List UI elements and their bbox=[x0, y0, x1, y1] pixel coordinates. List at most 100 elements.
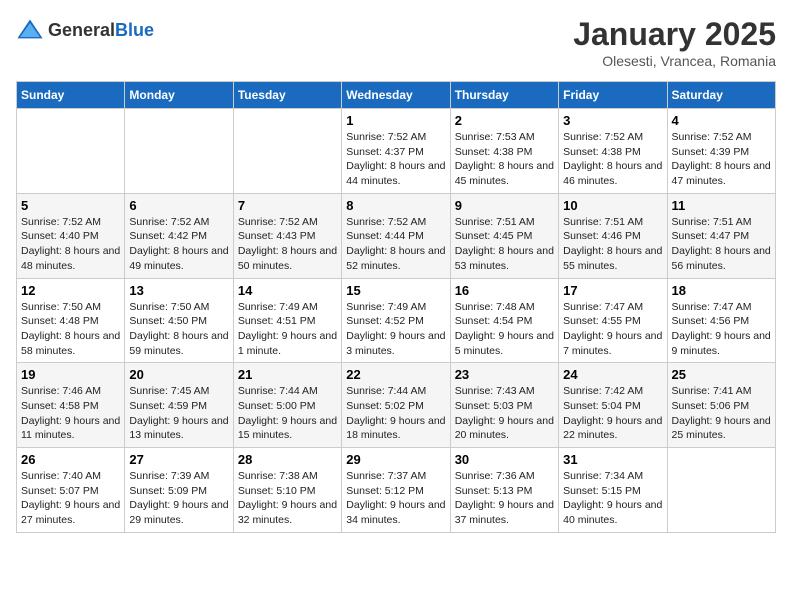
day-number: 30 bbox=[455, 452, 554, 467]
calendar-cell: 6 Sunrise: 7:52 AMSunset: 4:42 PMDaylight… bbox=[125, 193, 233, 278]
calendar-cell: 8Sunrise: 7:52 AMSunset: 4:44 PMDaylight… bbox=[342, 193, 450, 278]
calendar-cell: 2 Sunrise: 7:53 AMSunset: 4:38 PMDaylight… bbox=[450, 109, 558, 194]
calendar-cell: 29Sunrise: 7:37 AMSunset: 5:12 PMDayligh… bbox=[342, 448, 450, 533]
calendar-cell: 21 Sunrise: 7:44 AMSunset: 5:00 PMDayligh… bbox=[233, 363, 341, 448]
day-info: Sunrise: 7:38 AMSunset: 5:10 PMDaylight:… bbox=[238, 469, 337, 528]
calendar-header-row: SundayMondayTuesdayWednesdayThursdayFrid… bbox=[17, 82, 776, 109]
day-number: 22 bbox=[346, 367, 445, 382]
day-number: 13 bbox=[129, 283, 228, 298]
logo: GeneralBlue bbox=[16, 16, 154, 44]
page-header: GeneralBlue January 2025 Olesesti, Vranc… bbox=[16, 16, 776, 69]
weekday-header-wednesday: Wednesday bbox=[342, 82, 450, 109]
calendar-week-row: 26Sunrise: 7:40 AMSunset: 5:07 PMDayligh… bbox=[17, 448, 776, 533]
day-number: 24 bbox=[563, 367, 662, 382]
day-info: Sunrise: 7:52 AMSunset: 4:38 PMDaylight:… bbox=[563, 130, 662, 189]
day-number: 18 bbox=[672, 283, 771, 298]
logo-general: General bbox=[48, 20, 115, 40]
day-info: Sunrise: 7:44 AMSunset: 5:00 PMDaylight:… bbox=[238, 384, 337, 443]
calendar-cell: 11 Sunrise: 7:51 AMSunset: 4:47 PMDayligh… bbox=[667, 193, 775, 278]
calendar-cell: 1Sunrise: 7:52 AMSunset: 4:37 PMDaylight… bbox=[342, 109, 450, 194]
day-info: Sunrise: 7:42 AMSunset: 5:04 PMDaylight:… bbox=[563, 384, 662, 443]
calendar-week-row: 1Sunrise: 7:52 AMSunset: 4:37 PMDaylight… bbox=[17, 109, 776, 194]
weekday-header-sunday: Sunday bbox=[17, 82, 125, 109]
calendar-cell: 13 Sunrise: 7:50 AMSunset: 4:50 PMDayligh… bbox=[125, 278, 233, 363]
calendar-cell bbox=[125, 109, 233, 194]
day-info: Sunrise: 7:46 AMSunset: 4:58 PMDaylight:… bbox=[21, 384, 120, 443]
calendar-cell: 3 Sunrise: 7:52 AMSunset: 4:38 PMDaylight… bbox=[559, 109, 667, 194]
day-info: Sunrise: 7:37 AMSunset: 5:12 PMDaylight:… bbox=[346, 469, 445, 528]
day-number: 12 bbox=[21, 283, 120, 298]
calendar-cell: 12 Sunrise: 7:50 AMSunset: 4:48 PMDayligh… bbox=[17, 278, 125, 363]
day-number: 14 bbox=[238, 283, 337, 298]
day-info: Sunrise: 7:47 AMSunset: 4:55 PMDaylight:… bbox=[563, 300, 662, 359]
day-info: Sunrise: 7:49 AMSunset: 4:52 PMDaylight:… bbox=[346, 300, 445, 359]
calendar-cell: 10Sunrise: 7:51 AMSunset: 4:46 PMDayligh… bbox=[559, 193, 667, 278]
day-number: 3 bbox=[563, 113, 662, 128]
calendar-cell bbox=[233, 109, 341, 194]
day-number: 28 bbox=[238, 452, 337, 467]
weekday-header-saturday: Saturday bbox=[667, 82, 775, 109]
day-info: Sunrise: 7:34 AMSunset: 5:15 PMDaylight:… bbox=[563, 469, 662, 528]
day-number: 15 bbox=[346, 283, 445, 298]
weekday-header-tuesday: Tuesday bbox=[233, 82, 341, 109]
day-info: Sunrise: 7:50 AMSunset: 4:50 PMDaylight:… bbox=[129, 300, 228, 359]
day-info: Sunrise: 7:36 AMSunset: 5:13 PMDaylight:… bbox=[455, 469, 554, 528]
calendar-cell: 19 Sunrise: 7:46 AMSunset: 4:58 PMDayligh… bbox=[17, 363, 125, 448]
day-number: 19 bbox=[21, 367, 120, 382]
day-number: 9 bbox=[455, 198, 554, 213]
day-info: Sunrise: 7:49 AMSunset: 4:51 PMDaylight:… bbox=[238, 300, 337, 359]
calendar-week-row: 19 Sunrise: 7:46 AMSunset: 4:58 PMDayligh… bbox=[17, 363, 776, 448]
calendar-cell: 17Sunrise: 7:47 AMSunset: 4:55 PMDayligh… bbox=[559, 278, 667, 363]
calendar-cell: 28 Sunrise: 7:38 AMSunset: 5:10 PMDayligh… bbox=[233, 448, 341, 533]
day-info: Sunrise: 7:50 AMSunset: 4:48 PMDaylight:… bbox=[21, 300, 120, 359]
day-number: 31 bbox=[563, 452, 662, 467]
title-block: January 2025 Olesesti, Vrancea, Romania bbox=[573, 16, 776, 69]
calendar-cell bbox=[667, 448, 775, 533]
day-number: 10 bbox=[563, 198, 662, 213]
day-number: 20 bbox=[129, 367, 228, 382]
calendar-body: 1Sunrise: 7:52 AMSunset: 4:37 PMDaylight… bbox=[17, 109, 776, 533]
day-info: Sunrise: 7:39 AMSunset: 5:09 PMDaylight:… bbox=[129, 469, 228, 528]
calendar-cell: 18Sunrise: 7:47 AMSunset: 4:56 PMDayligh… bbox=[667, 278, 775, 363]
day-info: Sunrise: 7:53 AMSunset: 4:38 PMDaylight:… bbox=[455, 130, 554, 189]
calendar-cell: 5 Sunrise: 7:52 AMSunset: 4:40 PMDaylight… bbox=[17, 193, 125, 278]
calendar-cell: 4 Sunrise: 7:52 AMSunset: 4:39 PMDaylight… bbox=[667, 109, 775, 194]
day-number: 4 bbox=[672, 113, 771, 128]
day-info: Sunrise: 7:52 AMSunset: 4:44 PMDaylight:… bbox=[346, 215, 445, 274]
day-number: 11 bbox=[672, 198, 771, 213]
calendar-cell: 9 Sunrise: 7:51 AMSunset: 4:45 PMDaylight… bbox=[450, 193, 558, 278]
weekday-header-thursday: Thursday bbox=[450, 82, 558, 109]
day-info: Sunrise: 7:52 AMSunset: 4:42 PMDaylight:… bbox=[129, 215, 228, 274]
calendar-cell: 26Sunrise: 7:40 AMSunset: 5:07 PMDayligh… bbox=[17, 448, 125, 533]
calendar-cell: 30 Sunrise: 7:36 AMSunset: 5:13 PMDayligh… bbox=[450, 448, 558, 533]
day-number: 2 bbox=[455, 113, 554, 128]
calendar-table: SundayMondayTuesdayWednesdayThursdayFrid… bbox=[16, 81, 776, 533]
day-info: Sunrise: 7:41 AMSunset: 5:06 PMDaylight:… bbox=[672, 384, 771, 443]
day-info: Sunrise: 7:52 AMSunset: 4:39 PMDaylight:… bbox=[672, 130, 771, 189]
calendar-cell: 22 Sunrise: 7:44 AMSunset: 5:02 PMDayligh… bbox=[342, 363, 450, 448]
day-number: 23 bbox=[455, 367, 554, 382]
calendar-cell: 24 Sunrise: 7:42 AMSunset: 5:04 PMDayligh… bbox=[559, 363, 667, 448]
day-info: Sunrise: 7:52 AMSunset: 4:40 PMDaylight:… bbox=[21, 215, 120, 274]
calendar-cell: 25 Sunrise: 7:41 AMSunset: 5:06 PMDayligh… bbox=[667, 363, 775, 448]
calendar-week-row: 12 Sunrise: 7:50 AMSunset: 4:48 PMDayligh… bbox=[17, 278, 776, 363]
calendar-cell bbox=[17, 109, 125, 194]
day-info: Sunrise: 7:51 AMSunset: 4:45 PMDaylight:… bbox=[455, 215, 554, 274]
day-number: 21 bbox=[238, 367, 337, 382]
day-info: Sunrise: 7:48 AMSunset: 4:54 PMDaylight:… bbox=[455, 300, 554, 359]
day-number: 16 bbox=[455, 283, 554, 298]
day-info: Sunrise: 7:43 AMSunset: 5:03 PMDaylight:… bbox=[455, 384, 554, 443]
calendar-cell: 23 Sunrise: 7:43 AMSunset: 5:03 PMDayligh… bbox=[450, 363, 558, 448]
day-number: 6 bbox=[129, 198, 228, 213]
calendar-cell: 15 Sunrise: 7:49 AMSunset: 4:52 PMDayligh… bbox=[342, 278, 450, 363]
calendar-cell: 7Sunrise: 7:52 AMSunset: 4:43 PMDaylight… bbox=[233, 193, 341, 278]
day-info: Sunrise: 7:51 AMSunset: 4:47 PMDaylight:… bbox=[672, 215, 771, 274]
day-number: 5 bbox=[21, 198, 120, 213]
day-info: Sunrise: 7:44 AMSunset: 5:02 PMDaylight:… bbox=[346, 384, 445, 443]
calendar-cell: 27Sunrise: 7:39 AMSunset: 5:09 PMDayligh… bbox=[125, 448, 233, 533]
day-info: Sunrise: 7:52 AMSunset: 4:37 PMDaylight:… bbox=[346, 130, 445, 189]
day-number: 25 bbox=[672, 367, 771, 382]
day-number: 7 bbox=[238, 198, 337, 213]
calendar-cell: 31 Sunrise: 7:34 AMSunset: 5:15 PMDayligh… bbox=[559, 448, 667, 533]
logo-icon bbox=[16, 16, 44, 44]
